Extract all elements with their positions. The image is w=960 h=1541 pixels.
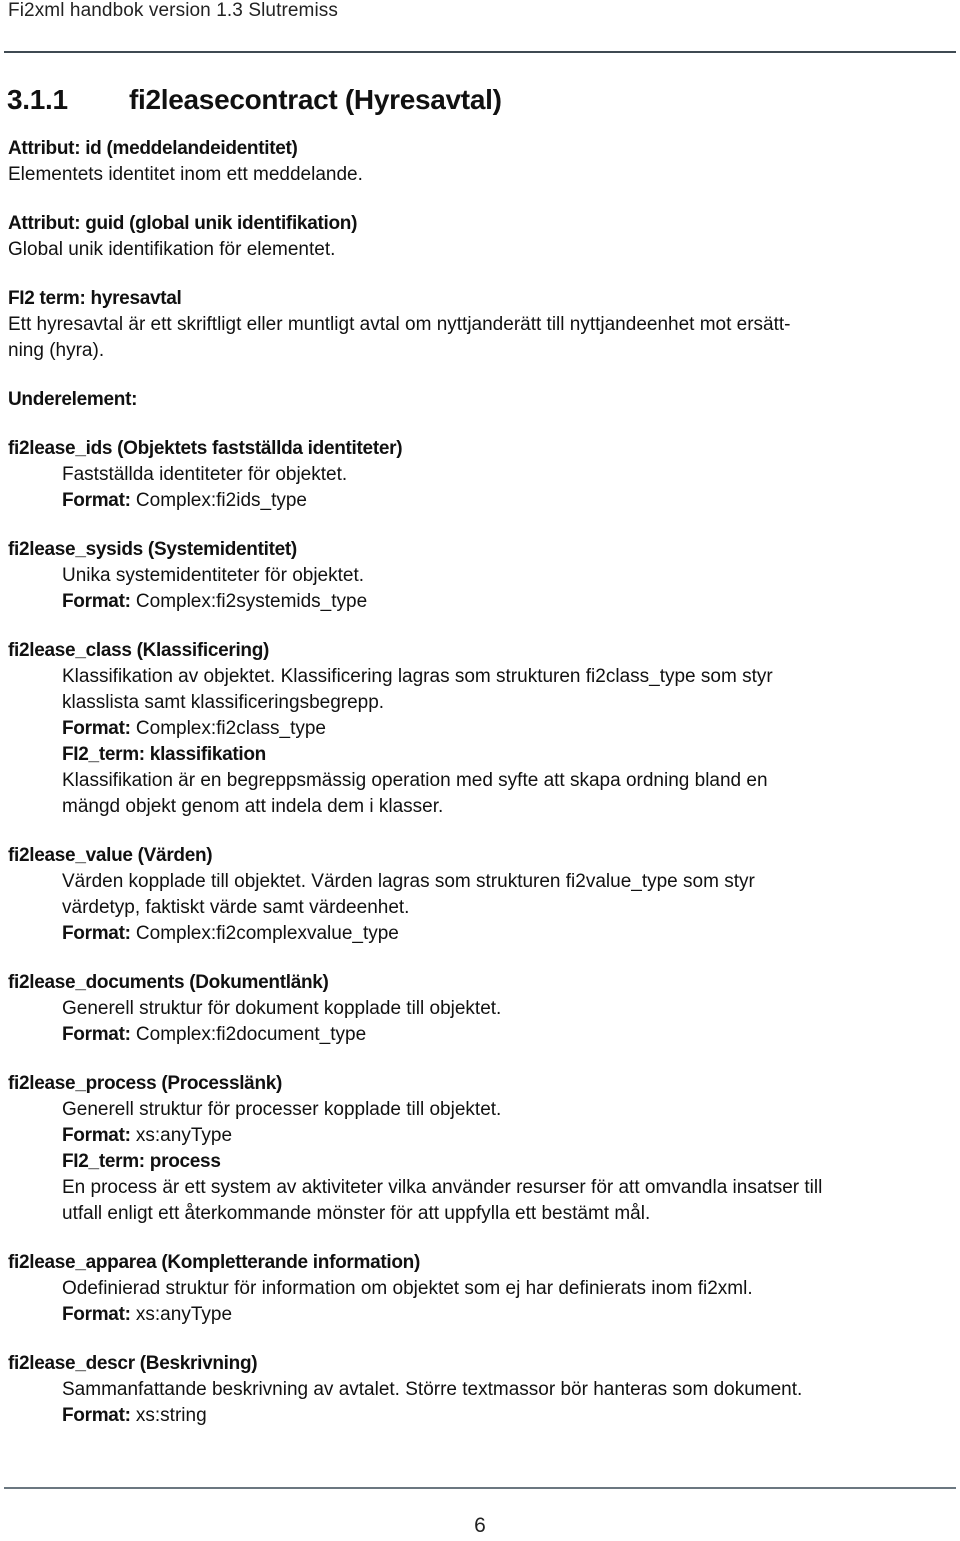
format-value: Complex:fi2complexvalue_type xyxy=(135,923,399,944)
subelement-format: Format: xs:string xyxy=(62,1403,948,1429)
subelement-format: Format: xs:anyType xyxy=(62,1123,948,1149)
subelement-item: fi2lease_descr (Beskrivning) Sammanfattan… xyxy=(8,1351,948,1429)
footer-rule xyxy=(4,1487,956,1489)
format-value: xs:anyType xyxy=(135,1304,233,1325)
page-number: 6 xyxy=(474,1514,486,1537)
section-title: fi2leasecontract (Hyresavtal) xyxy=(129,84,502,115)
subelement-format: Format: Complex:fi2systemids_type xyxy=(62,589,948,615)
format-value: Complex:fi2ids_type xyxy=(135,490,307,511)
subelement-description-line: Klassifikation av objektet. Klassificeri… xyxy=(62,666,773,687)
subelement-details: Odefinierad struktur för information om … xyxy=(8,1276,948,1328)
subelement-description-line: Generell struktur för dokument kopplade … xyxy=(62,998,502,1019)
subelements-heading: Underelement: xyxy=(8,389,138,410)
subelement-heading: fi2lease_apparea (Kompletterande informa… xyxy=(8,1252,420,1273)
subelement-details: Värden kopplade till objektet. Värden la… xyxy=(8,869,948,947)
subelement-description-line: Odefinierad struktur för information om … xyxy=(62,1278,753,1299)
format-value: Complex:fi2systemids_type xyxy=(135,591,368,612)
subelement-term-heading: FI2_term: process xyxy=(62,1151,221,1172)
subelement-format: Format: Complex:fi2class_type xyxy=(62,716,948,742)
subelement-details: Generell struktur för dokument kopplade … xyxy=(8,996,948,1048)
format-label: Format: xyxy=(62,591,131,612)
subelement-item: fi2lease_process (Processlänk) Generell s… xyxy=(8,1071,948,1227)
running-header: Fi2xml handbok version 1.3 Slutremiss xyxy=(8,0,339,21)
format-label: Format: xyxy=(62,923,131,944)
format-label: Format: xyxy=(62,1125,131,1146)
subelement-heading: fi2lease_process (Processlänk) xyxy=(8,1073,283,1094)
subelement-format: Format: Complex:fi2document_type xyxy=(62,1022,948,1048)
format-label: Format: xyxy=(62,490,131,511)
subelement-heading: fi2lease_sysids (Systemidentitet) xyxy=(8,539,297,560)
subelement-description-line: värdetyp, faktiskt värde samt värdeenhet… xyxy=(62,897,410,918)
subelement-heading: fi2lease_ids (Objektets fastställda iden… xyxy=(8,438,403,459)
attribute-id: Attribut: id (meddelandeidentitet) Eleme… xyxy=(8,136,948,188)
term-description-line: ning (hyra). xyxy=(8,340,105,361)
subelement-format: Format: Complex:fi2complexvalue_type xyxy=(62,921,948,947)
document-body: Attribut: id (meddelandeidentitet) Eleme… xyxy=(8,136,948,1429)
subelement-details: Sammanfattande beskrivning av avtalet. S… xyxy=(8,1377,948,1429)
subelement-item: fi2lease_sysids (Systemidentitet) Unika s… xyxy=(8,537,948,615)
subelement-item: fi2lease_class (Klassificering) Klassifik… xyxy=(8,638,948,820)
subelement-format: Format: xs:anyType xyxy=(62,1302,948,1328)
format-value: Complex:fi2class_type xyxy=(135,718,326,739)
format-value: xs:anyType xyxy=(135,1125,233,1146)
subelement-details: Klassifikation av objektet. Klassificeri… xyxy=(8,664,948,820)
format-label: Format: xyxy=(62,1304,131,1325)
term-heading: FI2 term: hyresavtal xyxy=(8,288,182,309)
subelement-term-heading: FI2_term: klassifikation xyxy=(62,744,266,765)
subelement-format: Format: Complex:fi2ids_type xyxy=(62,488,948,514)
subelement-item: fi2lease_documents (Dokumentlänk) Generel… xyxy=(8,970,948,1048)
term-definition: FI2 term: hyresavtal Ett hyresavtal är e… xyxy=(8,286,948,364)
subelement-list: fi2lease_ids (Objektets fastställda iden… xyxy=(8,436,948,1429)
attribute-heading: Attribut: guid (global unik identifikati… xyxy=(8,213,358,234)
subelement-heading: fi2lease_documents (Dokumentlänk) xyxy=(8,972,329,993)
format-value: xs:string xyxy=(135,1405,207,1426)
subelement-item: fi2lease_ids (Objektets fastställda iden… xyxy=(8,436,948,514)
section-number: 3.1.1 xyxy=(7,84,68,115)
subelement-item: fi2lease_apparea (Kompletterande informa… xyxy=(8,1250,948,1328)
subelement-term-description-line: mängd objekt genom att indela dem i klas… xyxy=(62,796,444,817)
subelement-term-description-line: En process är ett system av aktiviteter … xyxy=(62,1177,823,1198)
format-label: Format: xyxy=(62,1024,131,1045)
subelement-term-description-line: utfall enligt ett återkommande mönster f… xyxy=(62,1203,651,1224)
subelement-description-line: klasslista samt klassificeringsbegrepp. xyxy=(62,692,385,713)
subelement-description-line: Sammanfattande beskrivning av avtalet. S… xyxy=(62,1379,803,1400)
term-description-line: Ett hyresavtal är ett skriftligt eller m… xyxy=(8,314,791,335)
section-heading: 3.1.1 fi2leasecontract (Hyresavtal) xyxy=(7,84,502,116)
subelement-details: Unika systemidentiteter för objektet. For… xyxy=(8,563,948,615)
header-rule xyxy=(4,51,956,53)
format-value: Complex:fi2document_type xyxy=(135,1024,367,1045)
subelement-heading: fi2lease_class (Klassificering) xyxy=(8,640,270,661)
subelement-heading: fi2lease_value (Värden) xyxy=(8,845,213,866)
subelement-details: Generell struktur för processer kopplade… xyxy=(8,1097,948,1227)
attribute-guid: Attribut: guid (global unik identifikati… xyxy=(8,211,948,263)
subelement-term-description-line: Klassifikation är en begreppsmässig oper… xyxy=(62,770,768,791)
subelement-description-line: Generell struktur för processer kopplade… xyxy=(62,1099,502,1120)
subelement-description-line: Unika systemidentiteter för objektet. xyxy=(62,565,365,586)
format-label: Format: xyxy=(62,718,131,739)
subelement-item: fi2lease_value (Värden) Värden kopplade t… xyxy=(8,843,948,947)
subelement-details: Fastställda identiteter för objektet. For… xyxy=(8,462,948,514)
attribute-description: Elementets identitet inom ett meddelande… xyxy=(8,164,363,185)
subelement-description-line: Fastställda identiteter för objektet. xyxy=(62,464,348,485)
attribute-heading: Attribut: id (meddelandeidentitet) xyxy=(8,138,298,159)
attribute-description: Global unik identifikation för elementet… xyxy=(8,239,336,260)
subelement-heading: fi2lease_descr (Beskrivning) xyxy=(8,1353,258,1374)
format-label: Format: xyxy=(62,1405,131,1426)
subelement-description-line: Värden kopplade till objektet. Värden la… xyxy=(62,871,755,892)
